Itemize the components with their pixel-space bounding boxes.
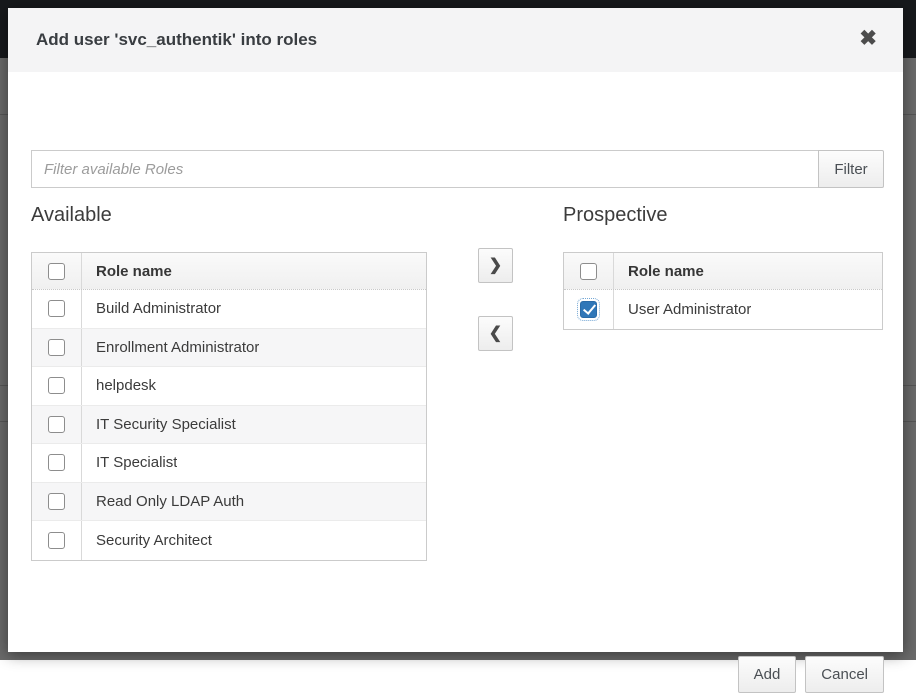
filter-button[interactable]: Filter — [818, 150, 884, 188]
filter-input[interactable] — [31, 150, 818, 188]
row-checkbox[interactable] — [48, 300, 65, 317]
table-row[interactable]: User Administrator — [564, 290, 882, 329]
row-checkbox[interactable] — [48, 493, 65, 510]
role-name-cell: Security Architect — [82, 532, 212, 549]
row-checkbox-cell — [564, 290, 614, 329]
role-name-cell: IT Specialist — [82, 454, 177, 471]
row-checkbox-cell — [32, 483, 82, 521]
cancel-button[interactable]: Cancel — [805, 656, 884, 693]
select-all-checkbox[interactable] — [48, 263, 65, 280]
row-checkbox-cell — [32, 329, 82, 367]
table-header-row: Role name — [32, 253, 426, 290]
role-name-cell: User Administrator — [614, 301, 751, 318]
table-header-row: Role name — [564, 253, 882, 290]
table-row[interactable]: IT Security Specialist — [32, 406, 426, 445]
table-row[interactable]: Read Only LDAP Auth — [32, 483, 426, 522]
move-to-available-button[interactable]: ❮ — [478, 316, 513, 351]
row-checkbox[interactable] — [48, 377, 65, 394]
row-checkbox[interactable] — [580, 301, 597, 318]
dialog-header: Add user 'svc_authentik' into roles ✖ — [8, 8, 903, 72]
add-button[interactable]: Add — [738, 656, 797, 693]
row-checkbox[interactable] — [48, 532, 65, 549]
role-name-cell: Build Administrator — [82, 300, 221, 317]
add-user-into-roles-dialog: Add user 'svc_authentik' into roles ✖ Fi… — [8, 8, 903, 652]
available-rows: Build Administrator Enrollment Administr… — [32, 290, 426, 560]
row-checkbox[interactable] — [48, 416, 65, 433]
row-checkbox-cell — [32, 406, 82, 444]
role-name-cell: Enrollment Administrator — [82, 339, 259, 356]
row-checkbox-cell — [32, 444, 82, 482]
move-to-prospective-button[interactable]: ❯ — [478, 248, 513, 283]
header-checkbox-cell — [32, 253, 82, 289]
available-heading: Available — [31, 204, 112, 227]
dialog-body: Filter Available Prospective Role name B… — [8, 72, 903, 652]
role-name-cell: IT Security Specialist — [82, 416, 236, 433]
row-checkbox-cell — [32, 367, 82, 405]
close-icon[interactable]: ✖ — [859, 8, 877, 72]
table-row[interactable]: helpdesk — [32, 367, 426, 406]
table-row[interactable]: Security Architect — [32, 521, 426, 560]
role-name-column-header: Role name — [82, 263, 172, 280]
table-row[interactable]: Build Administrator — [32, 290, 426, 329]
dialog-title: Add user 'svc_authentik' into roles — [36, 8, 317, 72]
table-row[interactable]: Enrollment Administrator — [32, 329, 426, 368]
row-checkbox-cell — [32, 521, 82, 560]
available-roles-table: Role name Build Administrator — [31, 252, 427, 561]
role-name-cell: helpdesk — [82, 377, 156, 394]
select-all-checkbox[interactable] — [580, 263, 597, 280]
table-row[interactable]: IT Specialist — [32, 444, 426, 483]
row-checkbox[interactable] — [48, 454, 65, 471]
row-checkbox[interactable] — [48, 339, 65, 356]
prospective-rows: User Administrator — [564, 290, 882, 329]
row-checkbox-cell — [32, 290, 82, 328]
prospective-heading: Prospective — [563, 204, 668, 227]
filter-input-group: Filter — [31, 150, 884, 188]
header-checkbox-cell — [564, 253, 614, 289]
prospective-roles-table: Role name User Administrator — [563, 252, 883, 330]
role-name-cell: Read Only LDAP Auth — [82, 493, 244, 510]
role-name-column-header: Role name — [614, 263, 704, 280]
dialog-footer: Add Cancel — [738, 656, 884, 693]
